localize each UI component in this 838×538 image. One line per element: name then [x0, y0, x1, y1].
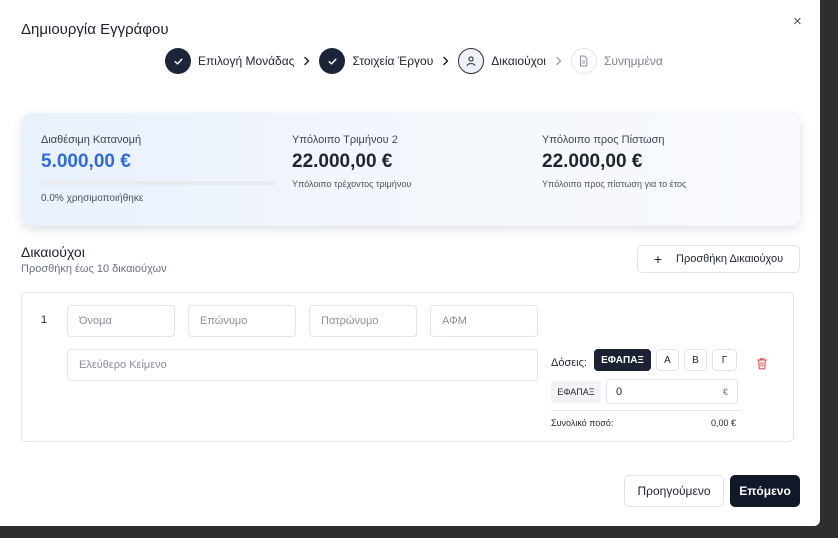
first-name-input[interactable]: [67, 305, 175, 337]
chevron-right-icon: [442, 56, 450, 66]
check-icon: [165, 48, 191, 74]
quarter-balance-sub: Υπόλοιπο τρέχοντος τριμήνου: [292, 179, 412, 189]
quarter-balance-label: Υπόλοιπο Τριμήνου 2: [292, 134, 398, 146]
quarter-balance-amount: 22.000,00 €: [292, 151, 393, 172]
beneficiary-row: 1 Δόσεις: ΕΦΑΠΑΞ Α Β Γ ΕΦΑΠΑΞ € Συνολικό…: [21, 292, 794, 442]
step-label: Επιλογή Μονάδας: [198, 54, 295, 68]
credit-balance-sub: Υπόλοιπο προς πίστωση για το έτος: [542, 179, 687, 189]
currency-symbol: €: [722, 386, 728, 397]
chevron-right-icon: [303, 56, 311, 66]
previous-button[interactable]: Προηγούμενο: [624, 475, 724, 507]
total-amount-label: Συνολικό ποσό:: [551, 418, 614, 428]
beneficiaries-title: Δικαιούχοι: [21, 244, 85, 260]
create-document-dialog: Δημιουργία Εγγράφου × Επιλογή Μονάδας Στ…: [0, 0, 820, 526]
installment-a-button[interactable]: Α: [656, 349, 679, 371]
allocation-label: Διαθέσιμη Κατανομή: [41, 134, 142, 146]
step-attachments[interactable]: Συνημμένα: [570, 48, 663, 74]
installments-label: Δόσεις:: [551, 357, 587, 369]
credit-balance-amount: 22.000,00 €: [542, 151, 643, 172]
step-unit-selection[interactable]: Επιλογή Μονάδας: [165, 48, 294, 74]
stepper: Επιλογή Μονάδας Στοιχεία Έργου Δικαιούχο…: [165, 48, 663, 74]
step-label: Συνημμένα: [603, 54, 663, 68]
father-name-input[interactable]: [309, 305, 417, 337]
allocation-amount: 5.000,00 €: [41, 151, 131, 172]
dialog-title: Δημιουργία Εγγράφου: [21, 21, 169, 38]
allocation-progress-bar: [41, 181, 277, 185]
step-beneficiaries[interactable]: Δικαιούχοι: [458, 48, 546, 74]
step-label: Στοιχεία Έργου: [352, 54, 434, 68]
free-text-input[interactable]: [67, 349, 538, 381]
close-icon[interactable]: ×: [793, 13, 802, 30]
plus-icon: +: [653, 251, 663, 267]
add-beneficiary-button[interactable]: + Προσθήκη Δικαιούχου: [637, 245, 800, 273]
amount-input[interactable]: [616, 385, 716, 398]
allocation-used-text: 0.0% χρησιμοποιήθηκε: [41, 193, 144, 204]
row-number: 1: [41, 314, 48, 326]
divider: [551, 410, 741, 411]
total-amount-value: 0,00 €: [711, 418, 737, 428]
installment-c-button[interactable]: Γ: [712, 349, 737, 371]
add-beneficiary-label: Προσθήκη Δικαιούχου: [676, 253, 784, 265]
document-icon: [570, 48, 597, 74]
beneficiaries-subtitle: Προσθήκη έως 10 δικαιούχων: [21, 263, 167, 275]
check-icon: [319, 48, 346, 74]
next-button[interactable]: Επόμενο: [730, 475, 800, 507]
step-project-details[interactable]: Στοιχεία Έργου: [319, 48, 433, 74]
budget-summary-card: Διαθέσιμη Κατανομή 5.000,00 € 0.0% χρησι…: [22, 113, 800, 226]
chevron-right-icon: [555, 56, 563, 66]
credit-balance-label: Υπόλοιπο προς Πίστωση: [542, 134, 665, 146]
installment-tag: ΕΦΑΠΑΞ: [551, 381, 601, 403]
last-name-input[interactable]: [188, 305, 296, 337]
step-label: Δικαιούχοι: [491, 54, 546, 68]
amount-field[interactable]: €: [606, 379, 738, 404]
afm-input[interactable]: [430, 305, 538, 337]
user-icon: [458, 48, 485, 74]
installment-lump-sum-button[interactable]: ΕΦΑΠΑΞ: [594, 349, 651, 371]
installment-b-button[interactable]: Β: [684, 349, 707, 371]
trash-icon[interactable]: [756, 357, 768, 375]
